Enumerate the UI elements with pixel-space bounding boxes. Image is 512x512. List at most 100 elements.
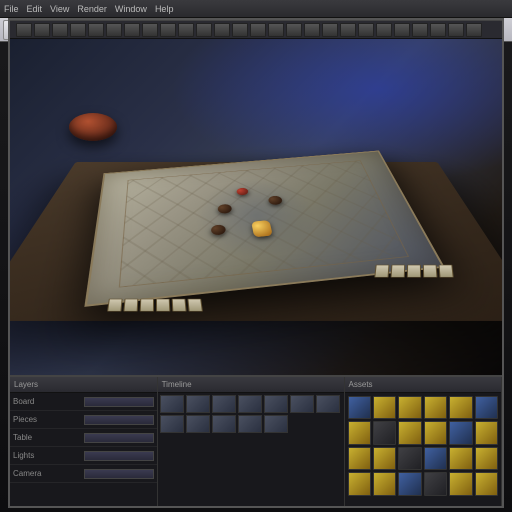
asset-tile[interactable] [398, 472, 421, 495]
timeline-thumb[interactable] [264, 395, 288, 413]
asset-tile[interactable] [475, 447, 498, 470]
viewport-chip[interactable] [322, 23, 338, 37]
track-bar[interactable] [84, 433, 154, 443]
track-bar[interactable] [84, 451, 154, 461]
viewport-chip[interactable] [16, 23, 32, 37]
track-row[interactable]: Camera [10, 465, 157, 483]
assets-panel-body[interactable] [345, 393, 501, 506]
asset-tile[interactable] [449, 396, 472, 419]
viewport-chip[interactable] [448, 23, 464, 37]
timeline-thumb[interactable] [316, 395, 340, 413]
track-row[interactable]: Table [10, 429, 157, 447]
asset-tile[interactable] [475, 396, 498, 419]
piece-gold-center [251, 220, 273, 237]
timeline-thumb[interactable] [264, 415, 288, 433]
timeline-thumb[interactable] [212, 395, 236, 413]
viewport-chip[interactable] [178, 23, 194, 37]
viewport-chip[interactable] [250, 23, 266, 37]
viewport-chip[interactable] [106, 23, 122, 37]
asset-tile[interactable] [348, 396, 371, 419]
viewport-chip[interactable] [340, 23, 356, 37]
asset-tile[interactable] [373, 421, 396, 444]
viewport-chip[interactable] [160, 23, 176, 37]
viewport-chip[interactable] [70, 23, 86, 37]
asset-tile[interactable] [424, 447, 447, 470]
asset-tile[interactable] [373, 447, 396, 470]
asset-tile[interactable] [449, 421, 472, 444]
timeline-thumb[interactable] [238, 395, 262, 413]
layers-panel-title: Layers [10, 377, 157, 393]
assets-panel: Assets [345, 377, 502, 506]
asset-tile[interactable] [398, 421, 421, 444]
layers-panel-body[interactable]: Board Pieces TableLightsCamera [10, 393, 157, 506]
viewport-chip[interactable] [358, 23, 374, 37]
asset-tile[interactable] [475, 472, 498, 495]
menu-edit[interactable]: Edit [27, 4, 43, 14]
asset-tile[interactable] [424, 421, 447, 444]
card-tile [124, 298, 139, 311]
track-row[interactable]: Lights [10, 447, 157, 465]
asset-tile[interactable] [373, 396, 396, 419]
track-row[interactable]: Board [10, 393, 157, 411]
menu-help[interactable]: Help [155, 4, 174, 14]
viewport-chip[interactable] [196, 23, 212, 37]
asset-tile[interactable] [424, 396, 447, 419]
timeline-thumb[interactable] [212, 415, 236, 433]
asset-tile[interactable] [348, 472, 371, 495]
menu-window[interactable]: Window [115, 4, 147, 14]
card-tile [390, 265, 405, 278]
asset-tile[interactable] [475, 421, 498, 444]
asset-tile[interactable] [348, 447, 371, 470]
timeline-panel: Timeline [158, 377, 345, 506]
card-strip-bottom [107, 298, 203, 311]
viewport-chip[interactable] [466, 23, 482, 37]
track-bar[interactable] [84, 469, 154, 479]
piece-dark-1 [217, 204, 232, 214]
timeline-thumb[interactable] [160, 415, 184, 433]
viewport-chip[interactable] [376, 23, 392, 37]
asset-tile[interactable] [398, 447, 421, 470]
piece-red-1 [236, 188, 249, 196]
viewport-header [10, 21, 502, 39]
menu-file[interactable]: File [4, 4, 19, 14]
menu-view[interactable]: View [50, 4, 69, 14]
card-tile [140, 298, 154, 311]
card-tile [438, 265, 453, 278]
asset-tile[interactable] [348, 421, 371, 444]
viewport-chip[interactable] [394, 23, 410, 37]
piece-dark-3 [210, 225, 226, 236]
timeline-thumb[interactable] [186, 395, 210, 413]
track-bar[interactable] [84, 397, 154, 407]
card-tile [188, 298, 204, 311]
timeline-thumb[interactable] [160, 395, 184, 413]
viewport-chip[interactable] [34, 23, 50, 37]
viewport-chip[interactable] [214, 23, 230, 37]
viewport-chip[interactable] [304, 23, 320, 37]
asset-tile[interactable] [424, 472, 447, 495]
viewport-chip[interactable] [88, 23, 104, 37]
timeline-panel-body[interactable] [158, 393, 344, 506]
card-strip-right [374, 265, 454, 278]
timeline-thumb[interactable] [290, 395, 314, 413]
viewport-chip[interactable] [142, 23, 158, 37]
viewport[interactable] [10, 20, 502, 376]
track-row[interactable]: Pieces [10, 411, 157, 429]
timeline-thumb[interactable] [238, 415, 262, 433]
menu-render[interactable]: Render [77, 4, 107, 14]
viewport-chip[interactable] [52, 23, 68, 37]
asset-tile[interactable] [449, 447, 472, 470]
viewport-chip[interactable] [268, 23, 284, 37]
bowl-prop [69, 113, 117, 141]
asset-tile[interactable] [449, 472, 472, 495]
render-view[interactable] [10, 39, 502, 375]
viewport-chip[interactable] [430, 23, 446, 37]
viewport-chip[interactable] [286, 23, 302, 37]
viewport-chip[interactable] [232, 23, 248, 37]
viewport-chip[interactable] [124, 23, 140, 37]
timeline-thumb[interactable] [186, 415, 210, 433]
asset-tile[interactable] [373, 472, 396, 495]
track-bar[interactable] [84, 415, 154, 425]
asset-tile[interactable] [398, 396, 421, 419]
viewport-chip[interactable] [412, 23, 428, 37]
track-label: Pieces [13, 415, 81, 424]
